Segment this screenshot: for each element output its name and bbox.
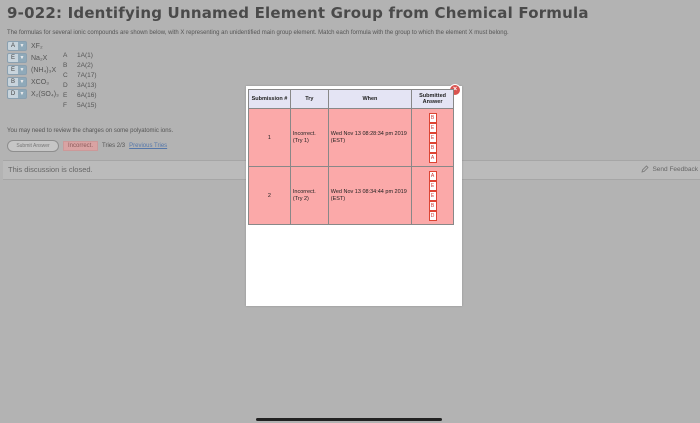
answer-select[interactable]: B ▼ [7, 77, 27, 87]
submit-button[interactable]: Submit Answer [7, 140, 59, 152]
answer-letter: E [428, 180, 437, 191]
table-row: 2 Incorrect. (Try 2) Wed Nov 13 08:34:44 … [248, 166, 454, 225]
answer-select[interactable]: D ▼ [7, 89, 27, 99]
answer-select[interactable]: A ▼ [7, 41, 27, 51]
page-title: 9-022: Identifying Unnamed Element Group… [7, 4, 589, 22]
formula-text: XF₂ [31, 42, 43, 50]
answer-letter: D [428, 210, 437, 221]
group-item: B 2A(2) [63, 62, 97, 72]
group-item: F 5A(15) [63, 102, 97, 112]
group-name: 2A(2) [77, 62, 93, 69]
group-letter: A [63, 52, 68, 59]
group-letter: B [63, 62, 68, 69]
answer-cell: A E E B D [411, 166, 454, 225]
formula-row: D ▼ X₂(SO₄)₃ [7, 88, 59, 100]
group-name: 1A(1) [77, 52, 93, 59]
previous-tries-link[interactable]: Previous Tries [129, 143, 167, 149]
formula-text: (NH₄)₃X [31, 66, 57, 74]
group-name: 7A(17) [77, 72, 97, 79]
chevron-down-icon: ▼ [19, 67, 25, 73]
selected-value: E [8, 66, 18, 74]
previous-tries-modal: × Submission # Try When Submitted Answer… [246, 84, 462, 306]
chevron-down-icon: ▼ [19, 43, 25, 49]
formula-row: A ▼ XF₂ [7, 40, 59, 52]
selected-value: D [8, 90, 18, 98]
hint-text: You may need to review the charges on so… [7, 128, 174, 134]
send-feedback-label: Send Feedback [652, 165, 698, 173]
group-item: A 1A(1) [63, 52, 97, 62]
selected-value: B [8, 78, 18, 86]
formula-list: A ▼ XF₂ E ▼ Na₂X E ▼ (NH₄)₃X B ▼ XCO₃ D ▼ X₂(… [7, 40, 59, 100]
group-item: D 3A(13) [63, 82, 97, 92]
answer-letter: E [428, 132, 437, 143]
when-cell: Wed Nov 13 08:28:34 pm 2019 (EST) [327, 108, 413, 167]
answer-letter: A [428, 152, 437, 163]
formula-text: Na₂X [31, 54, 48, 62]
column-header-try: Try [289, 89, 329, 109]
formula-text: X₂(SO₄)₃ [31, 90, 59, 98]
group-letter: F [63, 102, 67, 109]
group-letter: D [63, 82, 68, 89]
group-item: E 6A(16) [63, 92, 97, 102]
chevron-down-icon: ▼ [19, 79, 25, 85]
selected-value: A [8, 42, 18, 50]
formula-row: B ▼ XCO₃ [7, 76, 59, 88]
chevron-down-icon: ▼ [19, 91, 25, 97]
answer-cell: B E E B A [411, 108, 454, 167]
answer-select[interactable]: E ▼ [7, 53, 27, 63]
try-cell: Incorrect. (Try 1) [289, 108, 329, 167]
send-feedback-link[interactable]: Send Feedback [641, 165, 698, 173]
group-letter: C [63, 72, 68, 79]
group-letter: E [63, 92, 68, 99]
when-cell: Wed Nov 13 08:34:44 pm 2019 (EST) [327, 166, 413, 225]
group-name: 5A(15) [77, 102, 97, 109]
try-number: (Try 1) [292, 137, 309, 144]
discussion-closed-text: This discussion is closed. [8, 165, 93, 174]
group-name: 3A(13) [77, 82, 97, 89]
column-header-submission: Submission # [248, 89, 291, 109]
try-status: Incorrect. [292, 130, 316, 137]
answer-select[interactable]: E ▼ [7, 65, 27, 75]
try-number: (Try 2) [292, 195, 309, 202]
tries-count: Tries 2/3 [102, 143, 126, 149]
formula-row: E ▼ (NH₄)₃X [7, 64, 59, 76]
submission-number: 1 [248, 108, 291, 167]
pencil-icon [641, 165, 650, 173]
answer-letter: B [428, 112, 437, 123]
action-bar: Submit Answer Incorrect. Tries 2/3 Previ… [7, 140, 167, 152]
submission-number: 2 [248, 166, 291, 225]
selected-value: E [8, 54, 18, 62]
instructions-text: The formulas for several ionic compounds… [7, 30, 509, 36]
group-list: A 1A(1) B 2A(2) C 7A(17) D 3A(13) E 6A(16) F 5… [63, 52, 97, 112]
formula-row: E ▼ Na₂X [7, 52, 59, 64]
group-item: C 7A(17) [63, 72, 97, 82]
home-indicator [256, 418, 442, 421]
table-row: 1 Incorrect. (Try 1) Wed Nov 13 08:28:34 … [248, 108, 454, 167]
answer-letter: E [428, 122, 437, 133]
group-name: 6A(16) [77, 92, 97, 99]
result-badge: Incorrect. [63, 141, 99, 151]
column-header-when: When [327, 89, 413, 109]
formula-text: XCO₃ [31, 78, 50, 86]
answer-letter: A [428, 170, 437, 181]
column-header-answer: Submitted Answer [411, 89, 454, 109]
answer-letter: E [428, 190, 437, 201]
answer-letter: B [428, 200, 437, 211]
try-cell: Incorrect. (Try 2) [289, 166, 329, 225]
try-status: Incorrect. [292, 188, 316, 195]
submission-table: Submission # Try When Submitted Answer 1… [248, 89, 454, 225]
answer-letter: B [428, 142, 437, 153]
chevron-down-icon: ▼ [19, 55, 25, 61]
